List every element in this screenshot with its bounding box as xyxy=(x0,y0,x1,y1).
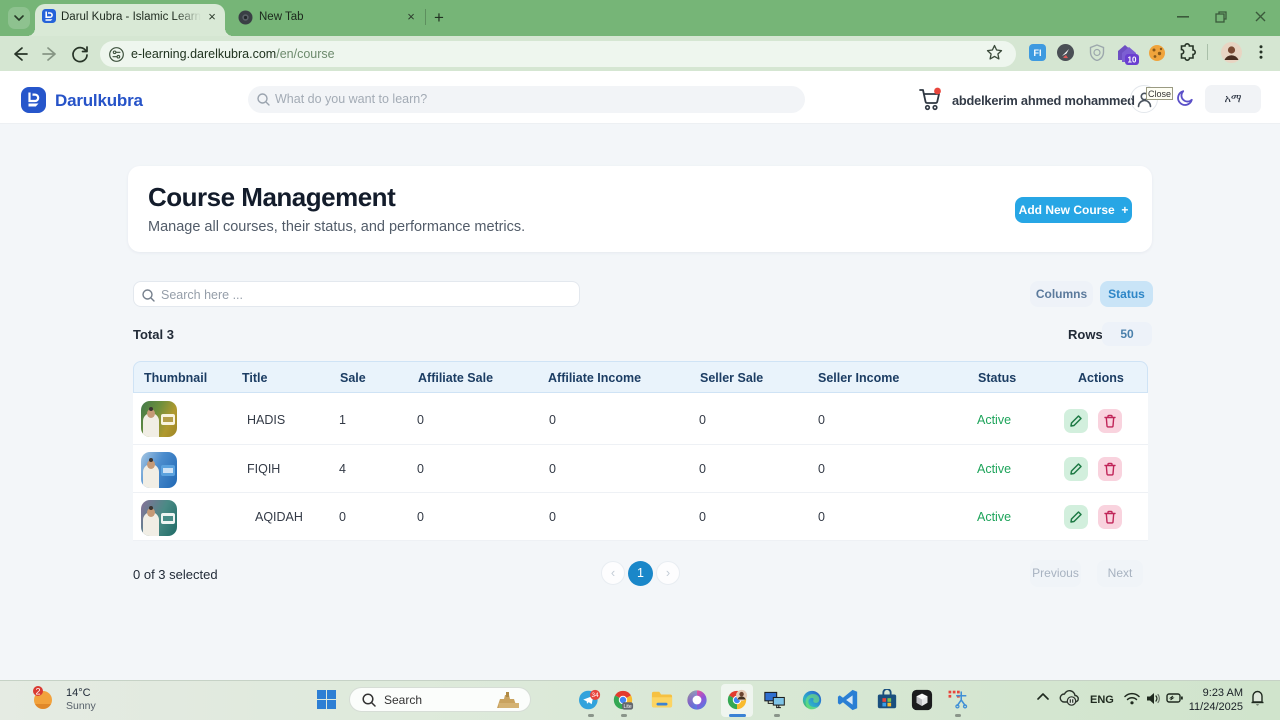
svg-text:FI: FI xyxy=(1034,48,1042,58)
svg-text:Lite: Lite xyxy=(624,704,632,710)
svg-text:10: 10 xyxy=(1128,56,1137,65)
svg-text:2: 2 xyxy=(35,686,40,696)
svg-text:34: 34 xyxy=(592,692,600,699)
